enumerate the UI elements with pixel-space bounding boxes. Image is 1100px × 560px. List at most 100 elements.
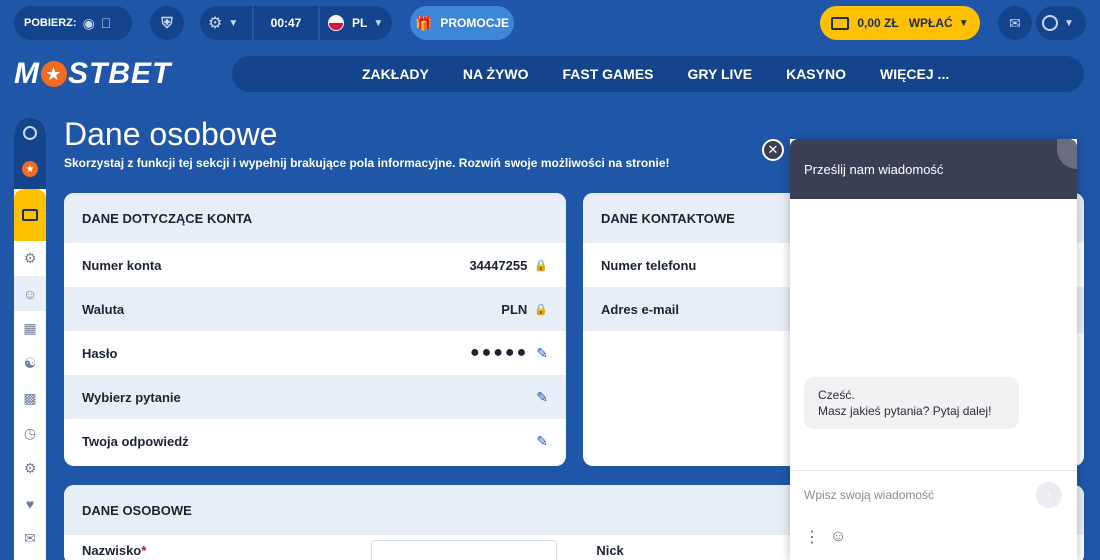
chat-widget: Prześlij nam wiadomość Cześć. Masz jakie…	[790, 139, 1077, 560]
emoji-icon[interactable]: ☺	[830, 528, 846, 546]
sidebar-item-tickets[interactable]: ▩	[14, 381, 46, 416]
poland-flag-icon	[328, 15, 344, 31]
security-shield-button[interactable]: ⛨	[150, 6, 184, 40]
sidebar-bonus[interactable]: ★	[14, 149, 46, 189]
logo-text-right: STBET	[68, 57, 172, 90]
more-options-icon[interactable]: ⋮	[804, 527, 820, 547]
wallet-icon	[831, 16, 850, 30]
row-label: Waluta	[82, 301, 125, 317]
session-timer: 00:47	[254, 6, 318, 40]
gear-icon: ⚙	[23, 250, 37, 266]
edit-pencil-icon[interactable]: ✎	[536, 433, 548, 450]
row-label: Numer konta	[82, 257, 162, 273]
currency-row: Waluta PLN 🔒	[64, 287, 566, 331]
send-button[interactable]: ↑	[1036, 482, 1062, 508]
surname-input[interactable]	[371, 540, 557, 560]
edit-pencil-icon[interactable]: ✎	[536, 345, 548, 362]
sidebar-item-referrals[interactable]: ☯	[14, 346, 46, 381]
account-number-row: Numer konta 34447255 🔒	[64, 243, 566, 287]
sidebar-item-settings[interactable]: ⚙	[14, 241, 46, 276]
chevron-down-icon: ▼	[958, 17, 969, 29]
chat-composer: Wpisz swoją wiadomość ↑ ⋮ ☺	[790, 470, 1077, 560]
chat-close-button[interactable]: ✕	[762, 139, 784, 161]
sidebar-item-wallet[interactable]	[14, 189, 46, 241]
currency-value: PLN	[501, 301, 528, 317]
chat-message-input[interactable]: Wpisz swoją wiadomość	[804, 488, 934, 502]
nav-item-live-games[interactable]: GRY LIVE	[688, 66, 753, 82]
sidebar-item-personal[interactable]: ☺	[14, 276, 46, 311]
nav-item-fast-games[interactable]: FAST GAMES	[562, 66, 653, 82]
mostbet-logo[interactable]: M ★ STBET	[14, 57, 171, 91]
greeting-line-1: Cześć.	[818, 388, 855, 402]
chat-icon: ✉	[24, 530, 36, 546]
surname-text: Nazwisko	[82, 542, 142, 558]
promotions-label: PROMOCJE	[440, 16, 510, 30]
main-navigation: ZAKŁADY NA ŻYWO FAST GAMES GRY LIVE KASY…	[232, 56, 1084, 92]
group-icon: ☯	[23, 355, 37, 371]
chevron-down-icon: ▼	[373, 17, 384, 29]
gift-card-icon: ▦	[23, 320, 37, 336]
password-mask: ●●●●●	[469, 344, 529, 361]
security-answer-row: Twoja odpowiedź ✎	[64, 419, 566, 463]
arrow-up-icon: ↑	[1046, 488, 1052, 502]
sidebar-item-bonuses[interactable]: ▦	[14, 311, 46, 346]
ticket-icon: ▩	[23, 390, 37, 406]
password-row: Hasło ●●●●● ✎	[64, 331, 566, 375]
nav-item-live[interactable]: NA ŻYWO	[463, 66, 529, 82]
nav-item-casino[interactable]: KASYNO	[786, 66, 846, 82]
nav-item-more[interactable]: WIĘCEJ ...	[880, 66, 949, 82]
deposit-label: WPŁAĆ	[908, 16, 953, 30]
required-marker: *	[141, 542, 147, 558]
row-label: Hasło	[82, 345, 118, 361]
chat-tools: ⋮ ☺	[804, 527, 846, 547]
chevron-down-icon: ▼	[1064, 17, 1074, 29]
surname-label: Nazwisko*	[82, 543, 146, 558]
gear-icon: ⚙	[208, 15, 223, 32]
settings-button[interactable]: ⚙ ▼	[200, 6, 252, 40]
row-label: Twoja odpowiedź	[82, 433, 189, 449]
sidebar-item-preferences[interactable]: ⚙	[14, 451, 46, 486]
sidebar-item-support[interactable]: ✉	[14, 521, 46, 556]
greeting-line-2: Masz jakieś pytania? Pytaj dalej!	[818, 404, 992, 418]
security-question-row: Wybierz pytanie ✎	[64, 375, 566, 419]
page-title: Dane osobowe	[64, 116, 278, 152]
messages-button[interactable]: ✉	[998, 6, 1032, 40]
cog-icon: ⚙	[23, 460, 37, 476]
download-label: POBIERZ:	[24, 17, 77, 29]
edit-pencil-icon[interactable]: ✎	[536, 389, 548, 406]
timer-value: 00:47	[270, 16, 302, 30]
chevron-down-icon: ▼	[228, 17, 239, 29]
download-apps: POBIERZ: ◉ 	[14, 6, 132, 40]
sidebar-item-loyalty[interactable]: ♥	[14, 486, 46, 521]
nav-item-bets[interactable]: ZAKŁADY	[362, 66, 429, 82]
language-code: PL	[352, 16, 368, 30]
logo-star-icon: ★	[41, 61, 67, 87]
chat-bubble-icon: ✉	[1009, 14, 1021, 31]
account-sidebar: ★ ⚙ ☺ ▦ ☯ ▩ ◷ ⚙ ♥ ✉	[14, 117, 46, 560]
apple-icon[interactable]: 	[101, 15, 112, 31]
android-icon[interactable]: ◉	[83, 15, 95, 32]
sidebar-profile[interactable]	[14, 117, 46, 149]
handshake-icon: ♥	[25, 495, 35, 512]
person-icon: ☺	[22, 285, 38, 302]
shield-icon: ⛨	[161, 14, 173, 32]
page-subtitle: Skorzystaj z funkcji tej sekcji i wypełn…	[64, 156, 670, 170]
row-label: Adres e-mail	[601, 301, 680, 317]
sidebar-item-history[interactable]: ◷	[14, 416, 46, 451]
account-number-value: 34447255	[469, 257, 528, 273]
lock-icon: 🔒	[534, 259, 548, 272]
chat-greeting-message: Cześć. Masz jakieś pytania? Pytaj dalej!	[804, 377, 1019, 429]
chat-header: Prześlij nam wiadomość	[790, 139, 1077, 199]
user-circle-icon	[23, 126, 37, 140]
promotions-button[interactable]: 🎁 PROMOCJE	[410, 6, 514, 40]
account-card-heading: DANE DOTYCZĄCE KONTA	[64, 193, 566, 243]
account-details-card: DANE DOTYCZĄCE KONTA Numer konta 3444725…	[64, 193, 566, 466]
balance-value: 0,00 ZŁ	[857, 16, 899, 30]
profile-menu-button[interactable]: ▼	[1036, 6, 1086, 40]
top-bar: POBIERZ: ◉  ⛨ ⚙ ▼ 00:47 PL ▼ 🎁 PROMOCJE…	[0, 0, 1100, 46]
deposit-button[interactable]: 0,00 ZŁ WPŁAĆ ▼	[820, 6, 980, 40]
gift-icon: 🎁	[414, 14, 433, 31]
language-selector[interactable]: PL ▼	[320, 6, 392, 40]
row-label: Wybierz pytanie	[82, 389, 181, 405]
lock-icon: 🔒	[534, 303, 548, 316]
